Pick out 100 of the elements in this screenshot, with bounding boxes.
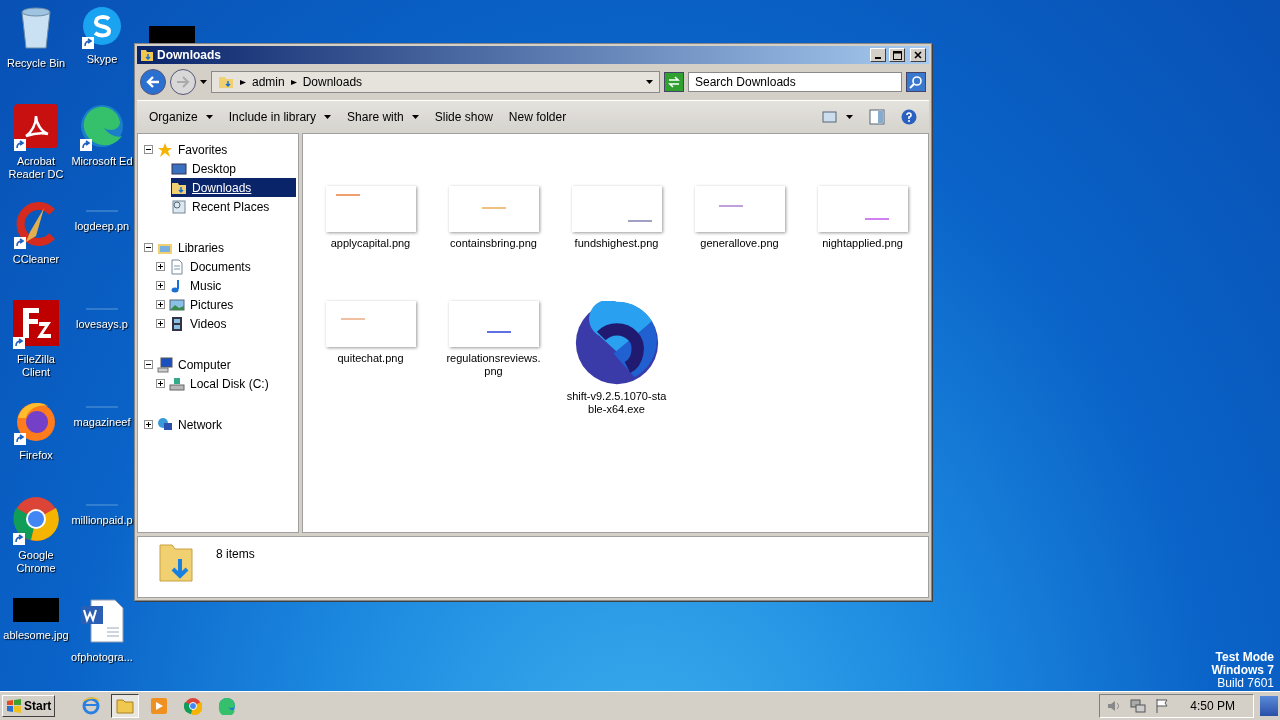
toolbar-button[interactable]: Share with	[341, 107, 425, 127]
navigation-item[interactable]: Computer	[157, 355, 296, 374]
folder-icon	[116, 697, 135, 715]
desktop-icon-label[interactable]: ofphotogra...	[71, 651, 133, 664]
file-name[interactable]: applycapital.png	[320, 237, 421, 250]
media-player-icon	[150, 697, 169, 715]
close-button[interactable]	[910, 48, 926, 62]
expand-toggle[interactable]	[144, 243, 153, 252]
file-name[interactable]: fundshighest.png	[566, 237, 667, 250]
file-name[interactable]: nightapplied.png	[812, 237, 913, 250]
desktop-icon-label[interactable]: Firefox	[19, 449, 53, 462]
file-name[interactable]: quitechat.png	[320, 352, 421, 365]
flag-icon	[1154, 698, 1171, 714]
view-icon	[822, 110, 838, 124]
caret-icon	[200, 80, 207, 84]
caret-icon	[646, 80, 653, 84]
navigation-item[interactable]: Desktop	[171, 159, 296, 178]
desktop-icon-label[interactable]: logdeep.pn	[74, 220, 130, 233]
expand-toggle[interactable]	[144, 360, 153, 369]
minus-icon	[145, 244, 152, 251]
desktop-icon-label[interactable]: ablesome.jpg	[3, 629, 69, 642]
toolbar-button[interactable]: Organize	[143, 107, 219, 127]
expand-toggle[interactable]	[156, 262, 165, 271]
desktop-icon	[171, 160, 187, 177]
breadcrumb-arrow-icon	[290, 79, 297, 85]
file-name[interactable]: containsbring.png	[443, 237, 544, 250]
network-icon	[157, 416, 173, 433]
navigation-item[interactable]: Libraries	[157, 238, 296, 257]
breadcrumb-link[interactable]: admin	[252, 75, 285, 89]
expand-toggle[interactable]	[156, 319, 165, 328]
preview-pane-icon	[869, 109, 885, 125]
caret-icon	[411, 115, 419, 119]
caret-icon	[846, 115, 853, 119]
minus-icon	[145, 361, 152, 368]
refresh-button[interactable]	[664, 72, 684, 92]
computer-icon	[157, 356, 173, 373]
plus-icon	[157, 320, 164, 327]
file-name[interactable]: generallove.png	[689, 237, 790, 250]
desktop-icon-label[interactable]: Acrobat Reader DC	[4, 155, 68, 181]
expand-toggle[interactable]	[156, 379, 165, 388]
disk-drive-icon	[169, 375, 185, 392]
file-name[interactable]: shift-v9.2.5.1070-stable-x64.exe	[566, 390, 667, 416]
navigation-item[interactable]: Music	[169, 276, 296, 295]
star-icon	[157, 141, 173, 158]
expand-toggle[interactable]	[144, 420, 153, 429]
navigation-item[interactable]: Videos	[169, 314, 296, 333]
desktop-icon-label[interactable]: millionpaid.p	[71, 514, 133, 527]
desktop-icon-label[interactable]: CCleaner	[12, 253, 60, 266]
toolbar-button[interactable]: Include in library	[222, 107, 338, 127]
os-notice-text: Test Mode	[1215, 651, 1274, 664]
expand-toggle[interactable]	[144, 145, 153, 154]
breadcrumb-link[interactable]: Downloads	[302, 75, 363, 89]
clock[interactable]: 4:50 PM	[1190, 699, 1235, 713]
plus-icon	[145, 421, 152, 428]
minus-icon	[145, 146, 152, 153]
navigation-item[interactable]: Documents	[169, 257, 296, 276]
desktop-icon-label[interactable]: Google Chrome	[4, 549, 68, 575]
taskbar-app-button[interactable]	[111, 694, 140, 718]
maximize-icon	[892, 50, 902, 60]
close-icon	[914, 51, 922, 59]
folder-icon	[140, 48, 154, 62]
search-button[interactable]	[906, 72, 926, 92]
address-bar[interactable]: admin Downloads	[211, 71, 660, 93]
minimize-button[interactable]	[870, 48, 886, 62]
window-title: Downloads	[157, 48, 222, 62]
navigation-item[interactable]: Downloads	[171, 178, 296, 197]
folder-icon	[218, 74, 234, 90]
windows-logo-icon	[6, 699, 22, 713]
desktop-icon-label[interactable]: FileZilla Client	[4, 353, 68, 379]
maximize-button[interactable]	[889, 48, 905, 62]
toolbar-button[interactable]: New folder	[502, 107, 573, 127]
forward-button[interactable]	[170, 69, 196, 95]
browser-icon	[82, 697, 101, 715]
desktop-icon-label[interactable]: Recycle Bin	[6, 57, 66, 70]
start-button[interactable]: Start	[2, 695, 56, 717]
plus-icon	[157, 282, 164, 289]
navigation-item[interactable]: Local Disk (C:)	[169, 374, 296, 393]
navigation-item[interactable]: Network	[157, 415, 296, 434]
caret-icon	[205, 115, 213, 119]
navigation-item[interactable]: Pictures	[169, 295, 296, 314]
desktop-icon-label[interactable]: magazineef	[73, 416, 131, 429]
document-icon	[169, 258, 185, 275]
file-name[interactable]: regulationsreviews.png	[443, 352, 544, 378]
caret-icon	[324, 115, 332, 119]
os-notice-text: Build 7601	[1217, 677, 1274, 690]
navigation-item[interactable]: Recent Places	[171, 197, 296, 216]
expand-toggle[interactable]	[156, 281, 165, 290]
navigation-item[interactable]: Favorites	[157, 140, 296, 159]
recent-places-icon	[171, 198, 187, 215]
desktop-icon-label[interactable]: Skype	[86, 53, 118, 66]
back-button[interactable]	[140, 69, 166, 95]
plus-icon	[157, 380, 164, 387]
desktop-icon-label[interactable]: Microsoft Ed	[71, 155, 133, 168]
film-icon	[169, 315, 185, 332]
plus-icon	[157, 263, 164, 270]
desktop-icon-label[interactable]: lovesays.p	[76, 318, 128, 331]
search-field[interactable]: Search Downloads	[688, 72, 902, 92]
plus-icon	[157, 301, 164, 308]
expand-toggle[interactable]	[156, 300, 165, 309]
toolbar-button[interactable]: Slide show	[428, 107, 499, 127]
